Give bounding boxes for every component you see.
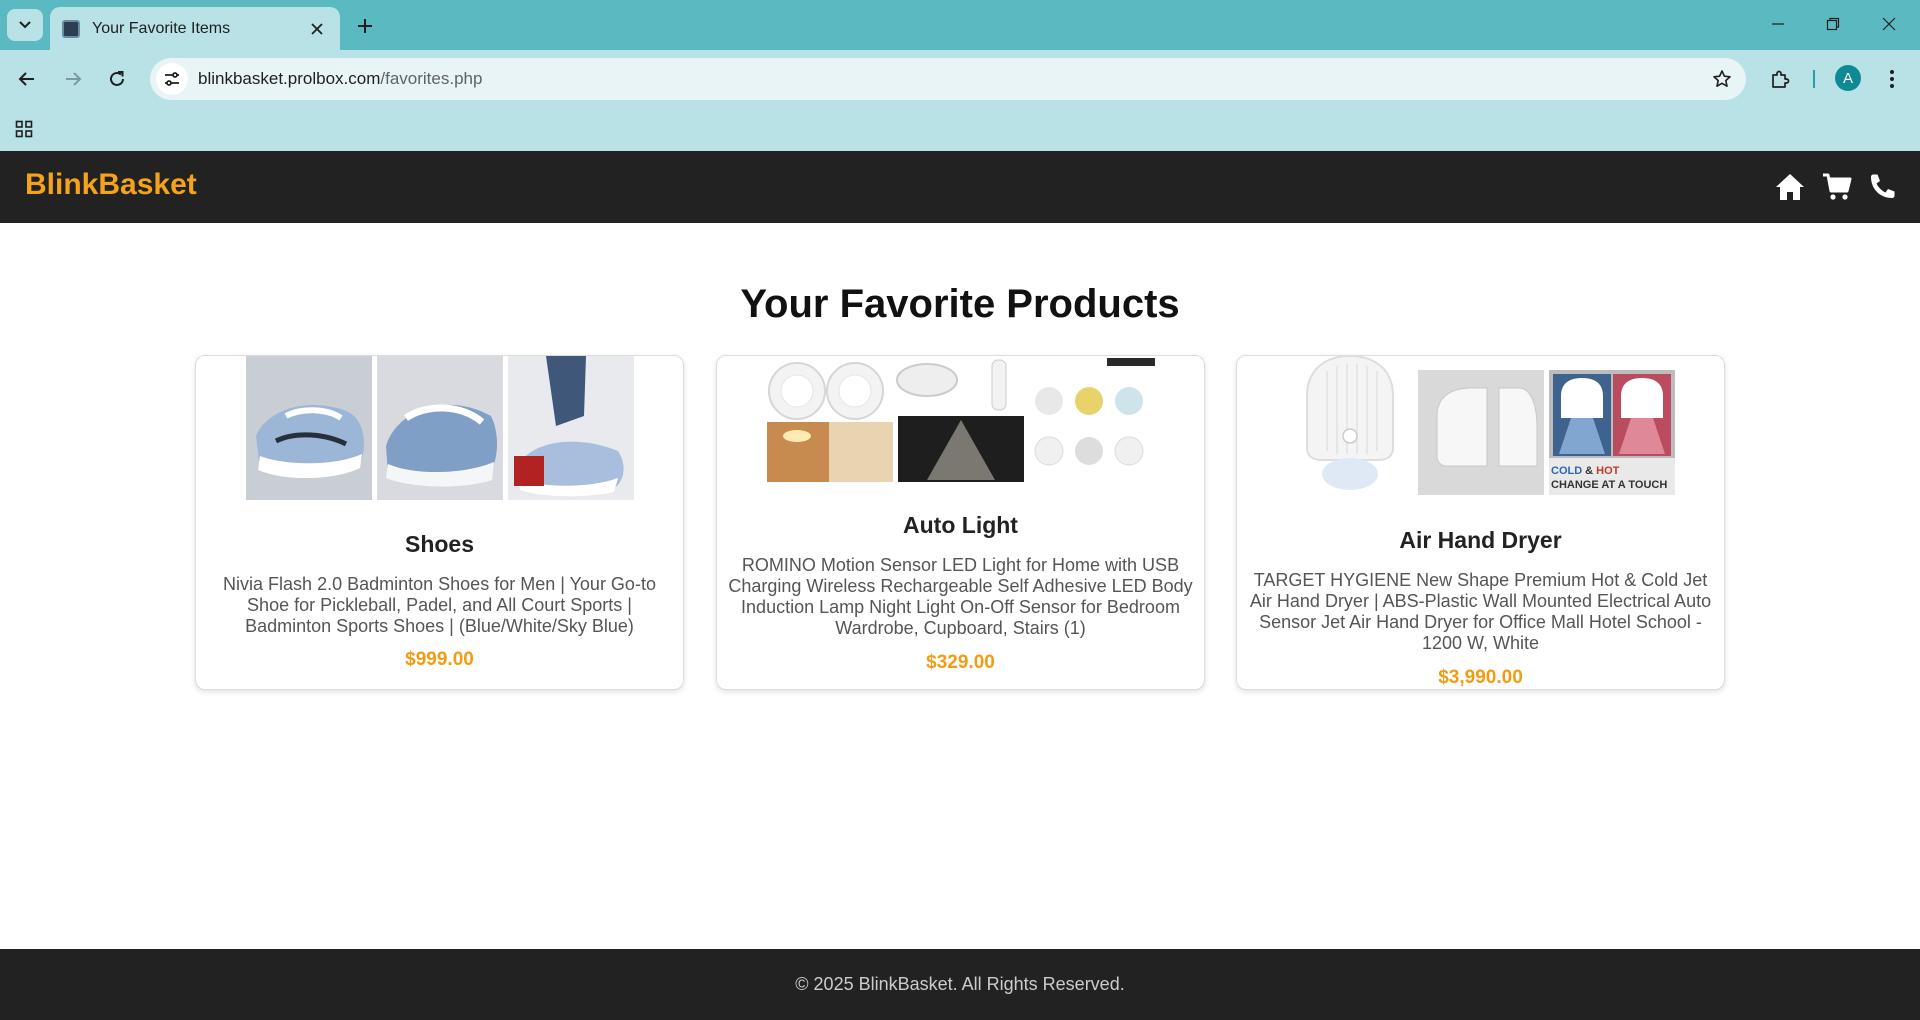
- product-name: Air Hand Dryer: [1399, 527, 1562, 553]
- product-name: Auto Light: [903, 512, 1018, 538]
- apps-button[interactable]: [10, 115, 38, 143]
- cart-icon: [1823, 173, 1852, 200]
- home-icon: [1776, 174, 1804, 200]
- product-price: $329.00: [926, 652, 995, 673]
- arrow-right-icon: [66, 72, 82, 86]
- product-description: Nivia Flash 2.0 Badminton Shoes for Men …: [223, 574, 656, 636]
- bookmarks-bar: [0, 108, 1920, 151]
- new-tab-button[interactable]: [350, 11, 380, 41]
- tab-title: Your Favorite Items: [92, 19, 231, 37]
- address-bar[interactable]: blinkbasket.prolbox.com/favorites.php: [150, 58, 1746, 100]
- toolbar-divider: [1813, 70, 1815, 88]
- home-link[interactable]: [1774, 171, 1806, 203]
- svg-text:COLD&HOT: COLD & HOT: [1551, 465, 1620, 477]
- tab-search-button[interactable]: [7, 9, 43, 41]
- window-close-button[interactable]: [1866, 6, 1912, 42]
- image-caption-hot: HOT: [1596, 465, 1620, 477]
- product-image-auto-light[interactable]: [766, 356, 1155, 482]
- contact-link[interactable]: [1866, 171, 1898, 203]
- window-minimize-button[interactable]: [1755, 6, 1801, 42]
- window-restore-button[interactable]: [1810, 6, 1856, 42]
- reload-icon: [110, 71, 124, 86]
- brand-logo-link[interactable]: BlinkBasket: [25, 168, 197, 202]
- puzzle-icon: [1772, 70, 1790, 88]
- browser-tab-active[interactable]: Your Favorite Items: [50, 7, 340, 50]
- phone-icon: [1871, 174, 1895, 198]
- reload-button[interactable]: [99, 61, 135, 97]
- apps-grid-icon: [15, 120, 33, 138]
- product-card[interactable]: Shoes Nivia Flash 2.0 Badminton Shoes fo…: [195, 355, 684, 690]
- restore-icon: [1826, 17, 1840, 31]
- product-card[interactable]: Auto Light ROMINO Motion Sensor LED Ligh…: [716, 355, 1205, 690]
- plus-icon: [358, 19, 372, 33]
- product-description: TARGET HYGIENE New Shape Premium Hot & C…: [1249, 570, 1712, 653]
- tab-close-button[interactable]: [306, 18, 328, 40]
- page-title: Your Favorite Products: [740, 282, 1180, 326]
- hand-dryer-image: COLD & HOT CHANGE AT A TOUCH: [1286, 356, 1675, 498]
- image-caption-change: CHANGE AT A TOUCH: [1551, 479, 1667, 491]
- browser-tab-strip: Your Favorite Items: [0, 0, 1920, 50]
- site-favicon-icon: [62, 19, 80, 38]
- product-card[interactable]: COLD & HOT CHANGE AT A TOUCH Air Hand Drye…: [1236, 355, 1725, 690]
- shoes-image: [245, 356, 634, 500]
- back-button[interactable]: [9, 61, 45, 97]
- site-footer: © 2025 BlinkBasket. All Rights Reserved.: [0, 949, 1920, 1020]
- bookmark-star-button[interactable]: [1704, 61, 1740, 97]
- arrow-left-icon: [18, 72, 34, 86]
- product-price: $3,990.00: [1438, 667, 1523, 688]
- star-icon: [1713, 70, 1731, 87]
- site-info-button[interactable]: [156, 63, 188, 95]
- chevron-down-icon: [19, 21, 31, 29]
- product-price: $999.00: [405, 649, 474, 670]
- product-image-hand-dryer[interactable]: COLD & HOT CHANGE AT A TOUCH: [1286, 356, 1675, 498]
- forward-button[interactable]: [55, 61, 91, 97]
- footer-copyright: © 2025 BlinkBasket. All Rights Reserved.: [795, 974, 1125, 994]
- url-path: /favorites.php: [380, 69, 483, 88]
- product-description: ROMINO Motion Sensor LED Light for Home …: [728, 555, 1193, 638]
- more-vertical-icon: [1890, 70, 1894, 88]
- url-host: blinkbasket.prolbox.com: [198, 69, 381, 88]
- minimize-icon: [1772, 23, 1784, 25]
- tune-icon: [165, 72, 179, 86]
- close-icon: [1882, 17, 1896, 31]
- auto-light-image: [766, 356, 1155, 482]
- cart-link[interactable]: [1821, 171, 1853, 203]
- site-header: BlinkBasket: [0, 151, 1920, 223]
- browser-menu-button[interactable]: [1876, 61, 1908, 97]
- product-name: Shoes: [404, 531, 475, 557]
- profile-avatar-button[interactable]: A: [1835, 65, 1861, 91]
- extensions-button[interactable]: [1762, 61, 1798, 97]
- close-icon: [311, 22, 323, 35]
- product-image-shoes[interactable]: [245, 356, 634, 500]
- image-caption-ampersand: &: [1585, 465, 1593, 477]
- browser-toolbar: blinkbasket.prolbox.com/favorites.php A: [0, 50, 1920, 108]
- image-caption-cold: COLD: [1551, 465, 1582, 477]
- url-text: blinkbasket.prolbox.com/favorites.php: [198, 69, 1704, 89]
